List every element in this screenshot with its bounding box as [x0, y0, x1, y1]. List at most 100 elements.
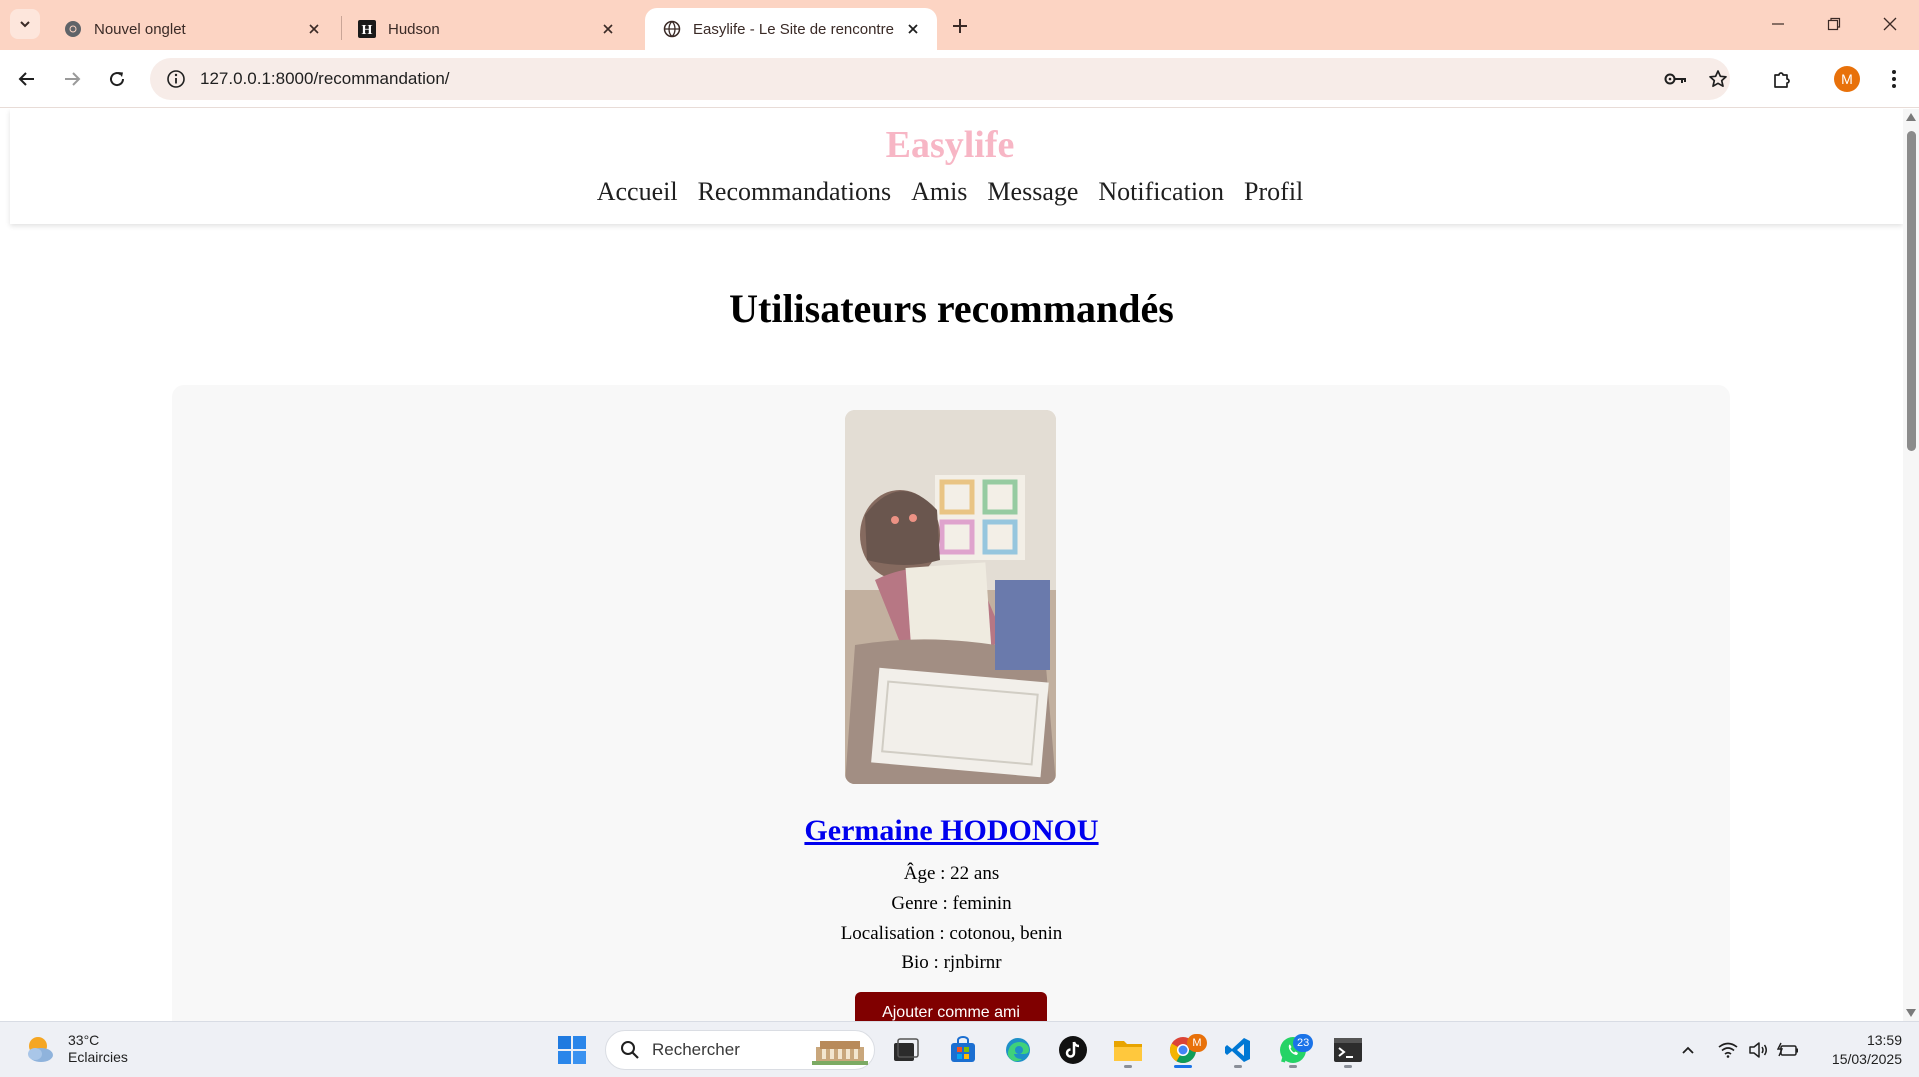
extensions-puzzle-icon[interactable]: [1767, 64, 1797, 94]
user-age: Âge : 22 ans: [903, 863, 1000, 884]
svg-text:H: H: [362, 23, 373, 38]
battery-charging-icon[interactable]: [1775, 1038, 1801, 1062]
whatsapp-button[interactable]: 23: [1275, 1032, 1314, 1068]
scrollbar-thumb[interactable]: [1907, 131, 1916, 451]
nav-recommandations[interactable]: Recommandations: [688, 177, 902, 207]
weather-temperature: 33°C: [68, 1032, 100, 1048]
url-text: 127.0.0.1:8000/recommandation/: [200, 69, 450, 88]
scroll-down-icon[interactable]: [1906, 1009, 1916, 1017]
plus-icon: [953, 19, 967, 33]
address-bar[interactable]: 127.0.0.1:8000/recommandation/: [150, 58, 1730, 100]
windows-taskbar: 33°C Eclaircies Rechercher M 23 13:59 15…: [0, 1021, 1919, 1077]
running-indicator: [1289, 1065, 1297, 1068]
terminal-button[interactable]: [1330, 1032, 1366, 1068]
chrome-icon: [64, 20, 82, 38]
site-nav: Accueil Recommandations Amis Message Not…: [0, 177, 1900, 207]
page-scrollbar[interactable]: [1903, 109, 1919, 1021]
globe-icon: [663, 20, 681, 38]
task-view-button[interactable]: [888, 1032, 924, 1068]
weather-widget[interactable]: 33°C Eclaircies: [24, 1032, 128, 1066]
back-button[interactable]: [12, 64, 42, 94]
profile-avatar[interactable]: M: [1834, 66, 1860, 92]
clock-time: 13:59: [1866, 1032, 1902, 1048]
restore-button[interactable]: [1806, 6, 1862, 42]
folder-icon: [1114, 1041, 1142, 1061]
edge-icon: [1006, 1038, 1030, 1062]
task-view-icon: [894, 1038, 919, 1061]
new-tab-button[interactable]: [946, 12, 974, 40]
close-icon: [1883, 17, 1897, 31]
minimize-icon: [1772, 23, 1784, 25]
windows-logo-icon: [558, 1036, 586, 1064]
running-indicator: [1344, 1065, 1352, 1068]
tab-title: Easylife - Le Site de rencontre: [693, 20, 894, 38]
tab-nouvel-onglet[interactable]: Nouvel onglet: [46, 8, 338, 50]
menu-kebab-icon[interactable]: [1879, 64, 1909, 94]
minimize-button[interactable]: [1750, 6, 1806, 42]
user-profile-link[interactable]: Germaine HODONOU: [804, 814, 1098, 847]
password-key-icon[interactable]: [1661, 64, 1691, 94]
taskbar-search[interactable]: Rechercher: [605, 1030, 875, 1070]
terminal-icon: [1334, 1038, 1362, 1062]
restore-icon: [1827, 17, 1841, 31]
chrome-button[interactable]: M: [1165, 1032, 1207, 1068]
user-bio: Bio : rjnbirnr: [901, 952, 1002, 973]
forward-button[interactable]: [57, 64, 87, 94]
tiktok-button[interactable]: [1055, 1032, 1091, 1068]
show-hidden-icons-button[interactable]: [1675, 1038, 1701, 1062]
vscode-button[interactable]: [1220, 1032, 1256, 1068]
vscode-icon: [1225, 1038, 1250, 1062]
chevron-up-icon: [1682, 1046, 1694, 1054]
browser-tab-bar: Nouvel onglet H Hudson Easylife - Le Sit…: [0, 0, 1919, 50]
weather-partly-cloudy-icon: [28, 1037, 53, 1062]
tab-title: Hudson: [388, 20, 440, 38]
scroll-up-icon[interactable]: [1906, 113, 1916, 121]
close-icon[interactable]: [598, 19, 618, 39]
whatsapp-notification-badge: 23: [1293, 1034, 1314, 1052]
taskbar-search-placeholder: Rechercher: [652, 1040, 740, 1059]
page-viewport: Easylife Accueil Recommandations Amis Me…: [0, 109, 1903, 1021]
bookmark-star-icon[interactable]: [1703, 64, 1733, 94]
chrome-profile-badge: M: [1187, 1034, 1207, 1052]
file-explorer-button[interactable]: [1110, 1032, 1146, 1068]
clock-date: 15/03/2025: [1831, 1051, 1902, 1067]
nav-message[interactable]: Message: [977, 177, 1088, 207]
nav-profil[interactable]: Profil: [1234, 177, 1313, 207]
tab-hudson[interactable]: H Hudson: [340, 8, 632, 50]
weather-description: Eclaircies: [68, 1049, 128, 1065]
search-icon: [621, 1041, 639, 1059]
h-icon: H: [358, 20, 376, 38]
volume-icon[interactable]: [1745, 1038, 1771, 1062]
wifi-icon[interactable]: [1715, 1038, 1741, 1062]
edge-button[interactable]: [1000, 1032, 1036, 1068]
reload-button[interactable]: [102, 64, 132, 94]
close-icon[interactable]: [903, 19, 923, 39]
tab-search-button[interactable]: [10, 9, 40, 39]
site-info-icon[interactable]: [156, 59, 196, 99]
windows-start-button[interactable]: [554, 1032, 590, 1068]
page-title: Utilisateurs recommandés: [729, 286, 1174, 331]
system-clock[interactable]: 13:59 15/03/2025: [1812, 1031, 1902, 1069]
arrow-left-icon: [18, 72, 34, 86]
user-localisation: Localisation : cotonou, benin: [840, 923, 1063, 944]
site-logo[interactable]: Easylife: [0, 123, 1900, 167]
tab-easylife[interactable]: Easylife - Le Site de rencontre: [645, 8, 937, 50]
user-name: Germaine HODONOU: [0, 814, 1903, 848]
user-genre: Genre : feminin: [891, 893, 1012, 914]
nav-accueil[interactable]: Accueil: [587, 177, 688, 207]
add-friend-button[interactable]: Ajouter comme ami: [855, 992, 1047, 1021]
nav-amis[interactable]: Amis: [901, 177, 977, 207]
tab-title: Nouvel onglet: [94, 20, 186, 38]
arrow-right-icon: [65, 72, 81, 86]
store-icon: [951, 1036, 975, 1062]
nav-notification[interactable]: Notification: [1088, 177, 1234, 207]
window-close-button[interactable]: [1862, 6, 1918, 42]
tiktok-icon: [1059, 1036, 1087, 1064]
running-indicator: [1234, 1065, 1242, 1068]
user-photo: [845, 410, 1056, 784]
microsoft-store-button[interactable]: [945, 1032, 981, 1068]
close-icon[interactable]: [304, 19, 324, 39]
active-indicator: [1174, 1065, 1192, 1068]
reload-icon: [110, 72, 125, 87]
search-highlight-icon: [812, 1041, 868, 1065]
